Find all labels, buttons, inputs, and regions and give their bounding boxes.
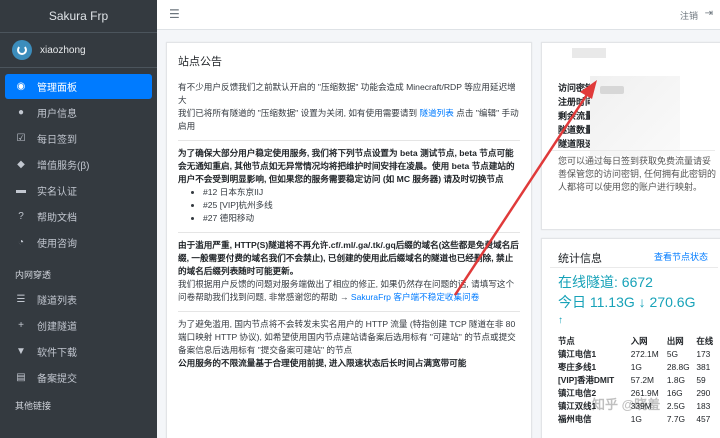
sidebar-item-label: 增值服务(β) [37, 161, 90, 172]
online-tunnels: 在线隧道: 6672 [558, 274, 653, 290]
today-traffic: 今日 11.13G ↓ 270.6G [558, 294, 696, 310]
announcement-paragraph: 由于滥用严重, HTTP(S)隧道将不再允许.cf/.ml/.ga/.tk/.g… [178, 240, 519, 276]
table-row: 镇江电信1 272.1M 5G 173 [558, 348, 711, 359]
list-icon: ☰ [16, 294, 26, 305]
announcement-body: 有不少用户反馈我们之前默认开启的 "压缩数据" 功能会造成 Minecraft/… [167, 75, 531, 370]
id-card-icon: ▬ [16, 185, 26, 196]
plus-icon: + [18, 320, 24, 331]
dashboard-icon: ◉ [16, 81, 26, 92]
column-header: 节点 [558, 336, 575, 346]
avatar [12, 40, 32, 60]
sidebar-item-download[interactable]: ▼ 软件下载 [5, 339, 152, 364]
blurred-region [572, 48, 606, 58]
divider [549, 150, 715, 151]
column-header: 在线 [696, 336, 714, 346]
file-icon: ▤ [16, 372, 26, 383]
sidebar-item-user-info[interactable]: ● 用户信息 [5, 100, 152, 125]
survey-link[interactable]: SakuraFrp 客户端不稳定收集问卷 [351, 292, 479, 302]
list-item: #12 日本东京IIJ [203, 186, 520, 199]
user-icon: ● [17, 107, 25, 118]
sidebar-item-checkin[interactable]: ☑ 每日签到 [5, 126, 152, 151]
sidebar-item-verification[interactable]: ▬ 实名认证 [5, 178, 152, 203]
sidebar-item-value-added[interactable]: ◆ 增值服务(β) [5, 152, 152, 177]
tunnel-list-link[interactable]: 隧道列表 [419, 108, 453, 118]
chat-icon: ◔ [17, 237, 25, 248]
logout-button[interactable]: 注销 [680, 9, 698, 22]
divider [178, 311, 520, 312]
top-navbar: ☰ 注销 ⇥ [157, 0, 720, 30]
divider [178, 140, 520, 141]
sidebar-item-label: 用户信息 [37, 109, 77, 120]
divider [178, 232, 520, 233]
download-icon: ▼ [16, 346, 26, 357]
announcement-paragraph: 为了避免滥用, 国内节点将不会转发未实名用户的 HTTP 流量 (特指创建 TC… [178, 319, 516, 355]
table-row: 福州电信 1G 7.7G 457 [558, 413, 711, 424]
watermark: 知乎 @晓羞 [592, 397, 661, 412]
blurred-region [600, 86, 624, 94]
beta-node-list: #12 日本东京IIJ #25 [VIP]杭州多线 #27 德阳移动 [178, 186, 520, 225]
node-status-link[interactable]: 查看节点状态 [654, 250, 708, 263]
logout-icon[interactable]: ⇥ [705, 8, 713, 19]
sidebar-item-label: 管理面板 [37, 83, 77, 94]
sidebar-item-help[interactable]: ? 帮助文档 [5, 204, 152, 229]
nav-header-links: 其他链接 [15, 401, 52, 411]
sidebar-nav: ◉ 管理面板 ● 用户信息 ☑ 每日签到 ◆ 增值服务(β) ▬ 实名认证 ? 帮助文档 ◔… [0, 68, 157, 255]
column-header: 入网 [630, 336, 648, 346]
sidebar-item-dashboard[interactable]: ◉ 管理面板 [5, 74, 152, 99]
sidebar-item-tunnel-list[interactable]: ☰ 隧道列表 [5, 287, 152, 312]
access-key-description: 您可以通过每日签到获取免费流量请妥善保管您的访问密钥, 任何拥有此密钥的人都将可… [558, 156, 717, 192]
sidebar: Sakura Frp xiaozhong ◉ 管理面板 ● 用户信息 ☑ 每日签到 ◆… [0, 0, 157, 438]
user-panel[interactable]: xiaozhong [0, 33, 157, 68]
announcement-title: 站点公告 [178, 56, 222, 68]
list-item: #25 [VIP]杭州多线 [203, 199, 520, 212]
checkin-icon: ☑ [16, 133, 26, 144]
table-row: [VIP]香港DMIT 57.2M 1.8G 59 [558, 374, 706, 385]
sidebar-item-label: 创建隧道 [37, 322, 77, 333]
sidebar-item-label: 每日签到 [37, 135, 77, 146]
column-header: 出网 [666, 336, 684, 346]
sidebar-item-label: 帮助文档 [37, 213, 77, 224]
sidebar-item-label: 使用咨询 [37, 239, 77, 250]
nav-header-tunnel: 内网穿透 [15, 270, 52, 280]
announcement-card: 站点公告 有不少用户反馈我们之前默认开启的 "压缩数据" 功能会造成 Minec… [166, 42, 532, 438]
announcement-paragraph: 我们根据用户反馈的问题对服务端做出了相应的修正, 如果仍然存在问题的话, 请填写… [178, 279, 515, 302]
sidebar-item-create-tunnel[interactable]: + 创建隧道 [5, 313, 152, 338]
sidebar-item-label: 实名认证 [37, 187, 77, 198]
list-item: #27 德阳移动 [203, 212, 520, 225]
announcement-paragraph: 有不少用户反馈我们之前默认开启的 "压缩数据" 功能会造成 Minecraft/… [178, 82, 516, 105]
brand-title[interactable]: Sakura Frp [0, 0, 157, 33]
sidebar-item-label: 软件下载 [37, 348, 77, 359]
table-header-row: 节点 入网 出网 在线 [558, 335, 718, 347]
user-name: xiaozhong [40, 44, 86, 56]
announcement-paragraph: 公用服务的不限流量基于合理使用前提, 进入限速状态后长时间占满宽带可能 [178, 358, 467, 368]
table-row: 枣庄多线1 1G 28.8G 381 [558, 361, 711, 372]
diamond-icon: ◆ [17, 159, 25, 170]
arrow-up-icon: ↑ [558, 315, 563, 326]
announcement-paragraph: 为了确保大部分用户稳定使用服务, 我们将下列节点设置为 beta 测试节点, b… [178, 148, 515, 184]
menu-toggle-icon[interactable]: ☰ [169, 7, 180, 21]
divider [550, 267, 718, 268]
sidebar-item-filing[interactable]: ▤ 备案提交 [5, 365, 152, 390]
sidebar-item-label: 备案提交 [37, 374, 77, 385]
help-icon: ? [18, 211, 24, 222]
power-icon [17, 45, 27, 55]
sidebar-item-consult[interactable]: ◔ 使用咨询 [5, 230, 152, 255]
sidebar-item-label: 隧道列表 [37, 296, 77, 307]
stats-title: 统计信息 [558, 253, 602, 265]
announcement-paragraph: 我们已将所有隧道的 "压缩数据" 设置为关闭, 如有使用需要请到 隧道列表 点击… [178, 108, 519, 131]
sidebar-nav-tunnel: ☰ 隧道列表 + 创建隧道 ▼ 软件下载 ▤ 备案提交 [0, 287, 157, 390]
